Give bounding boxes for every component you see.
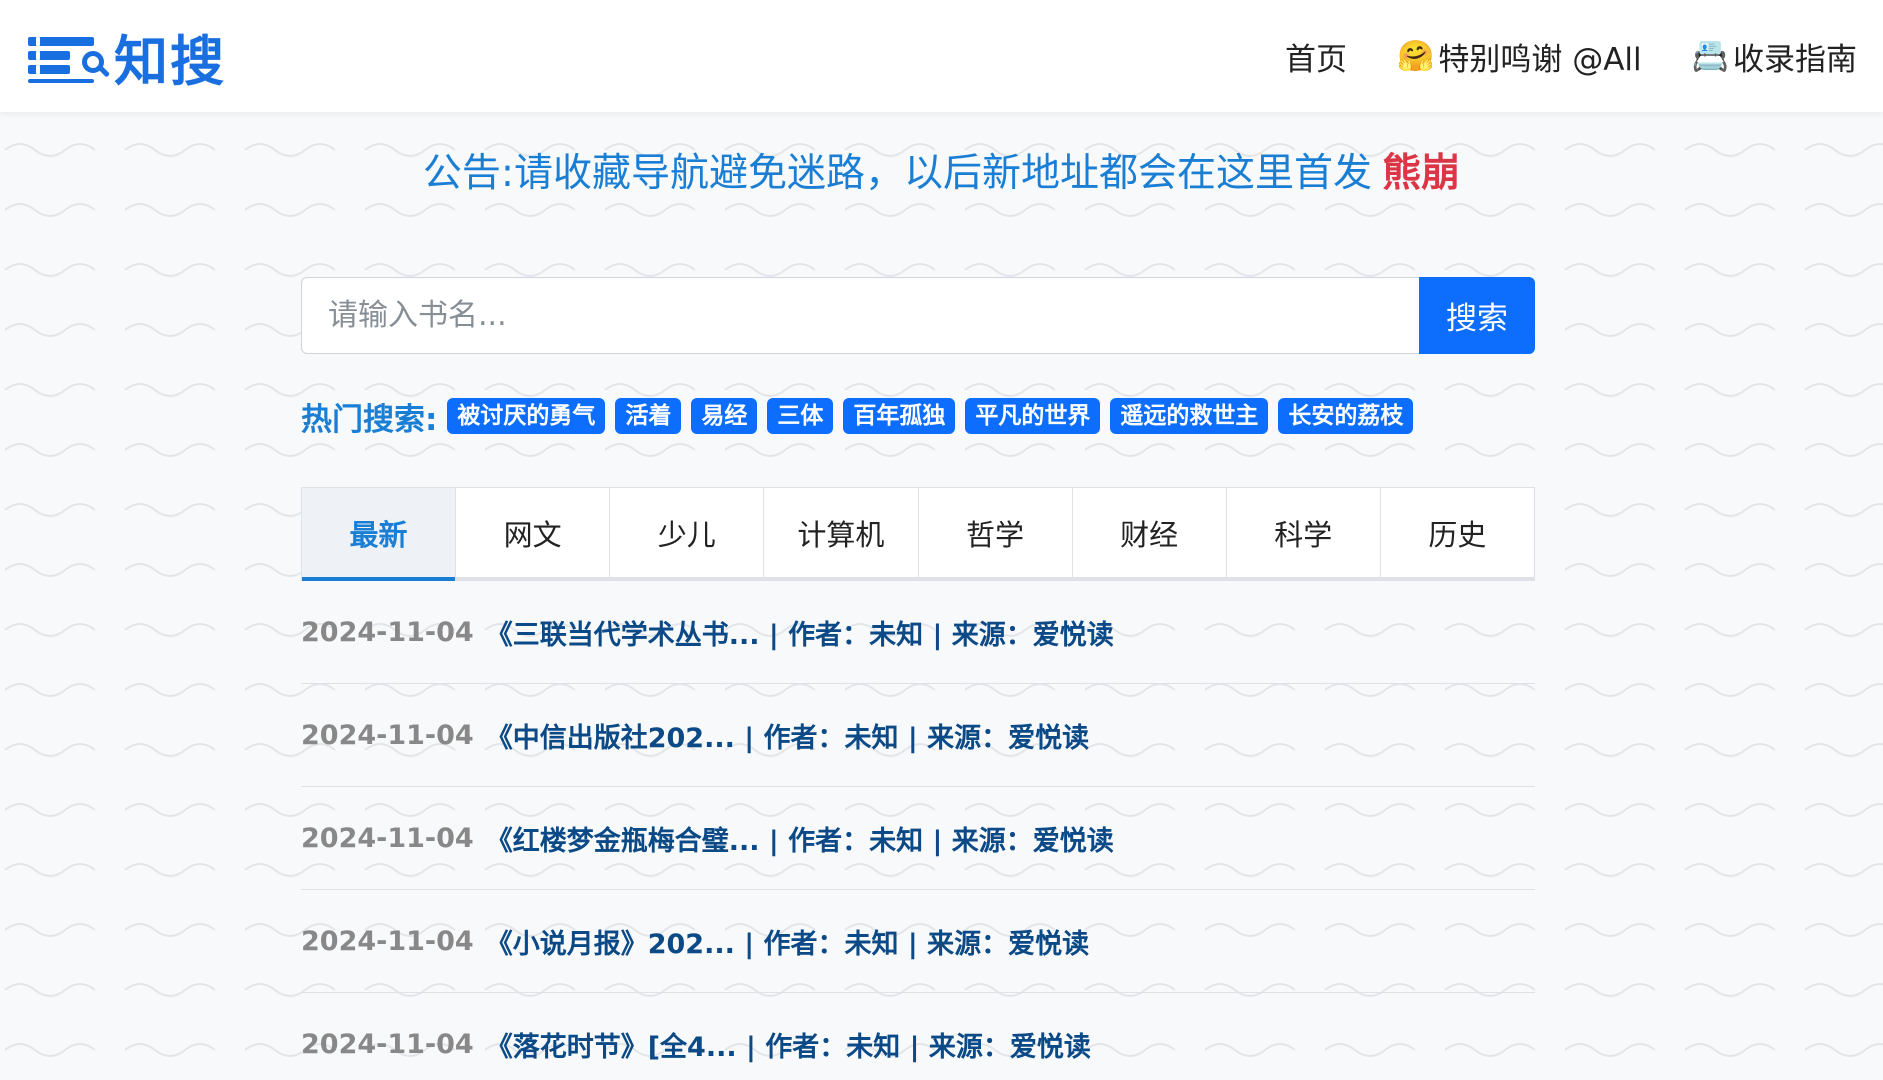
list-item: 2024-11-04 《三联当代学术丛书... | 作者：未知 | 来源：爱悦读 [301, 581, 1535, 684]
tab-computer[interactable]: 计算机 [764, 488, 919, 577]
tab-science[interactable]: 科学 [1226, 488, 1381, 577]
list-item-date: 2024-11-04 [301, 616, 474, 648]
list-item-date: 2024-11-04 [301, 925, 474, 957]
nav-thanks-label: 特别鸣谢 @All [1438, 41, 1642, 78]
database-search-icon [28, 31, 111, 83]
search-input[interactable] [301, 277, 1419, 354]
hot-tag[interactable]: 平凡的世界 [965, 398, 1101, 434]
hot-tag[interactable]: 活着 [615, 398, 682, 434]
category-tabs: 最新 网文 少儿 计算机 哲学 财经 科学 历史 [301, 487, 1535, 581]
search-button[interactable]: 搜索 [1419, 277, 1535, 354]
hugging-face-icon: 🤗 [1396, 38, 1435, 74]
nav-guide-link[interactable]: 📇 收录指南 [1692, 34, 1857, 79]
nav-links: 首页 🤗 特别鸣谢 @All 📇 收录指南 [1285, 34, 1857, 79]
tab-finance[interactable]: 财经 [1072, 488, 1227, 577]
navbar: 知搜 首页 🤗 特别鸣谢 @All 📇 收录指南 [0, 0, 1883, 112]
tab-history[interactable]: 历史 [1380, 488, 1534, 577]
tab-web-fiction[interactable]: 网文 [456, 488, 611, 577]
nav-guide-label: 收录指南 [1733, 41, 1857, 78]
hot-tag[interactable]: 被讨厌的勇气 [447, 398, 606, 434]
announcement: 公告:请收藏导航避免迷路，以后新地址都会在这里首发 熊崩 [0, 142, 1883, 198]
hot-searches: 热门搜索: 被讨厌的勇气 活着 易经 三体 百年孤独 平凡的世界 遥远的救世主 … [301, 393, 1414, 439]
hot-tag[interactable]: 遥远的救世主 [1110, 398, 1269, 434]
announcement-text: 公告:请收藏导航避免迷路，以后新地址都会在这里首发 [422, 151, 1373, 196]
announcement-highlight-link[interactable]: 熊崩 [1382, 151, 1460, 196]
list-item-date: 2024-11-04 [301, 822, 474, 854]
brand-link[interactable]: 知搜 [28, 17, 226, 96]
list-item: 2024-11-04 《落花时节》[全4... | 作者：未知 | 来源：爱悦读 [301, 993, 1535, 1080]
nav-thanks-link[interactable]: 🤗 特别鸣谢 @All [1397, 34, 1642, 79]
list-item: 2024-11-04 《小说月报》202... | 作者：未知 | 来源：爱悦读 [301, 890, 1535, 993]
tab-philosophy[interactable]: 哲学 [918, 488, 1073, 577]
hot-tag[interactable]: 长安的荔枝 [1278, 398, 1414, 434]
card-index-icon: 📇 [1691, 38, 1729, 74]
hot-tag[interactable]: 易经 [691, 398, 758, 434]
book-list: 2024-11-04 《三联当代学术丛书... | 作者：未知 | 来源：爱悦读… [301, 581, 1535, 1080]
list-item: 2024-11-04 《红楼梦金瓶梅合璧... | 作者：未知 | 来源：爱悦读 [301, 787, 1535, 890]
list-item-date: 2024-11-04 [301, 1029, 474, 1060]
tab-latest[interactable]: 最新 [302, 488, 457, 581]
tab-children[interactable]: 少儿 [610, 488, 765, 577]
brand-name: 知搜 [114, 29, 226, 93]
search-form: 搜索 [301, 277, 1535, 354]
list-item-link[interactable]: 《小说月报》202... | 作者：未知 | 来源：爱悦读 [486, 922, 1089, 961]
nav-home-link[interactable]: 首页 [1285, 34, 1347, 79]
nav-home-label: 首页 [1284, 41, 1347, 78]
list-item-link[interactable]: 《红楼梦金瓶梅合璧... | 作者：未知 | 来源：爱悦读 [486, 819, 1114, 858]
list-item-link[interactable]: 《中信出版社202... | 作者：未知 | 来源：爱悦读 [486, 716, 1089, 755]
list-item-date: 2024-11-04 [301, 719, 474, 751]
list-item-link[interactable]: 《三联当代学术丛书... | 作者：未知 | 来源：爱悦读 [486, 613, 1114, 652]
list-item-link[interactable]: 《落花时节》[全4... | 作者：未知 | 来源：爱悦读 [486, 1025, 1091, 1064]
hot-tag[interactable]: 三体 [767, 398, 834, 434]
hot-tag[interactable]: 百年孤独 [843, 398, 956, 434]
hot-searches-label: 热门搜索: [301, 401, 438, 438]
list-item: 2024-11-04 《中信出版社202... | 作者：未知 | 来源：爱悦读 [301, 684, 1535, 787]
